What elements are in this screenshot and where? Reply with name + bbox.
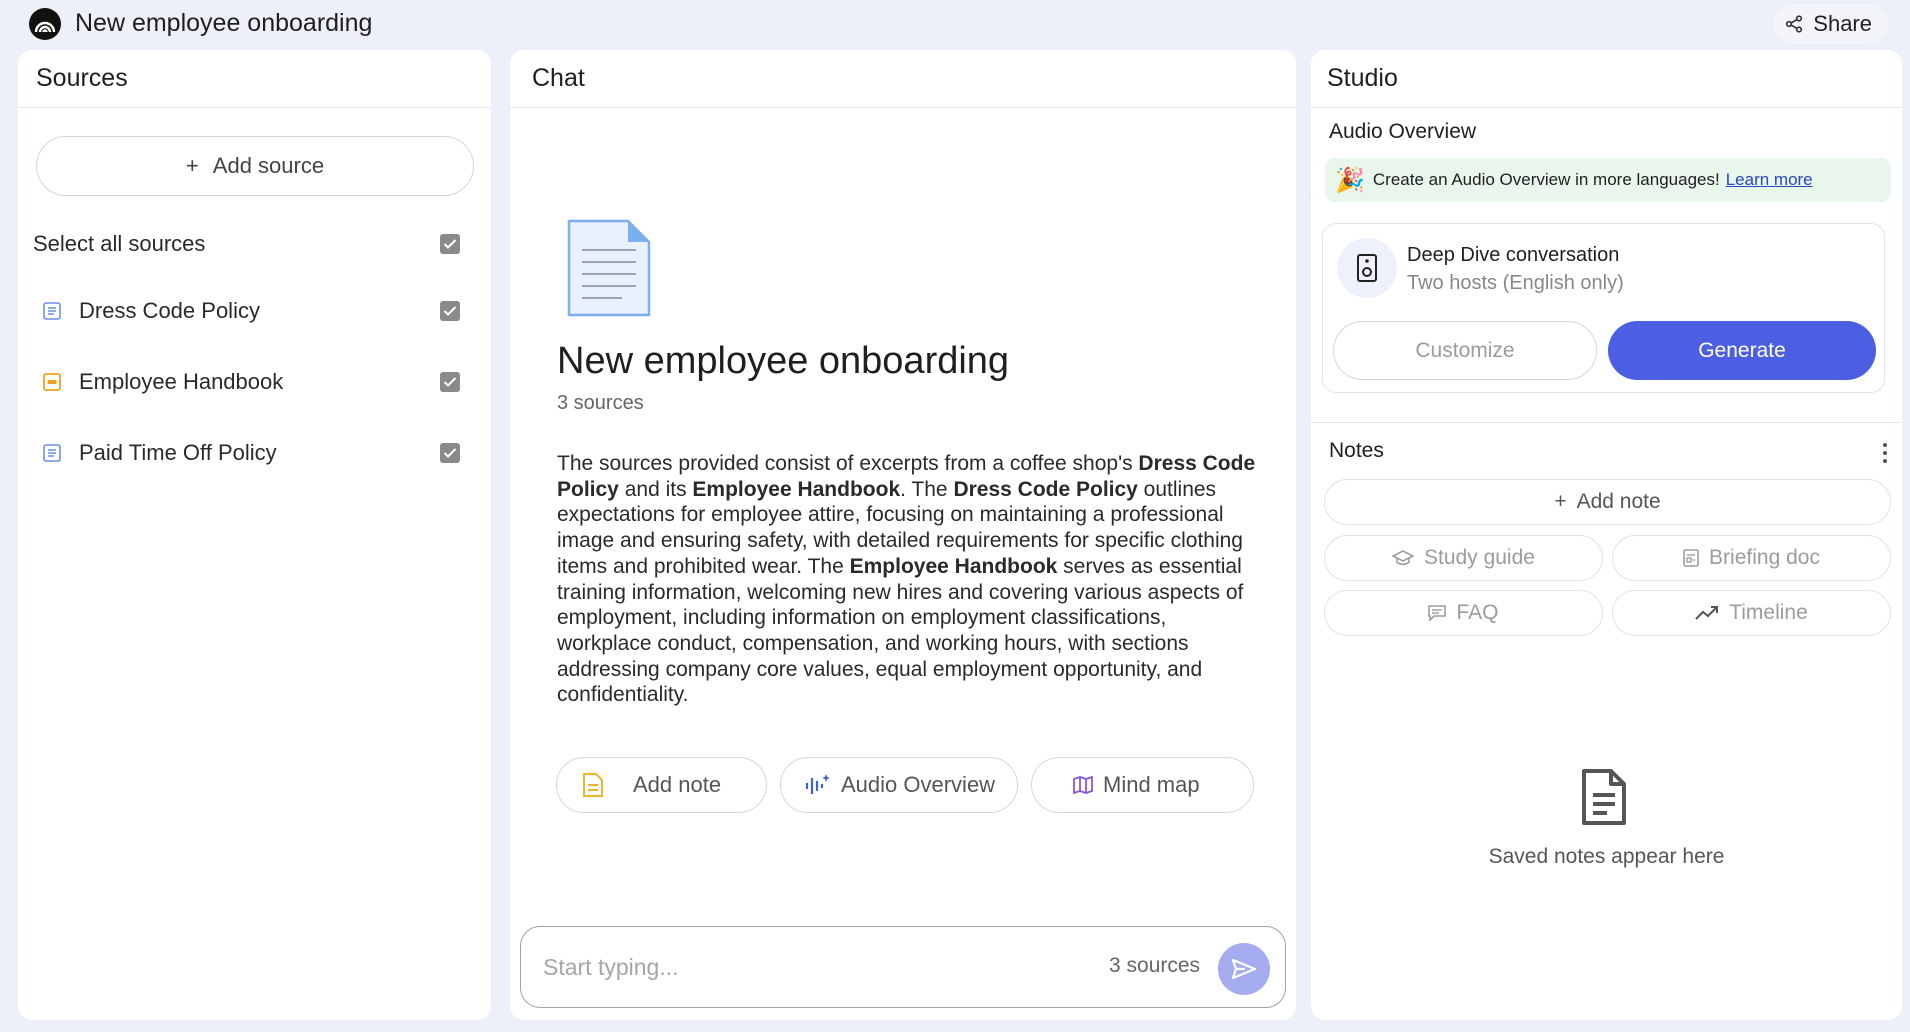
notebook-heading: New employee onboarding <box>557 340 1010 382</box>
trend-line-icon <box>1695 606 1719 620</box>
audio-overview-title: Audio Overview <box>1329 120 1477 143</box>
add-note-label: Add note <box>1576 490 1661 513</box>
add-note-button[interactable]: + Add note <box>1324 479 1891 525</box>
study-guide-label: Study guide <box>1424 546 1535 569</box>
faq-label: FAQ <box>1456 601 1499 624</box>
learn-more-link[interactable]: Learn more <box>1726 170 1813 190</box>
sources-header: Sources <box>18 50 491 108</box>
audio-languages-banner: 🎉 Create an Audio Overview in more langu… <box>1325 158 1891 202</box>
saved-notes-placeholder: Saved notes appear here <box>1488 845 1725 868</box>
top-bar: New employee onboarding Share <box>0 0 1910 48</box>
document-illustration-icon <box>567 219 651 317</box>
notes-title: Notes <box>1329 439 1384 462</box>
studio-header: Studio <box>1311 50 1902 108</box>
select-all-label: Select all sources <box>33 231 206 256</box>
chat-bubble-icon <box>1428 605 1447 621</box>
summary-bold-term: Dress Code Policy <box>953 477 1138 501</box>
customize-button[interactable]: Customize <box>1333 321 1597 380</box>
input-source-count: 3 sources <box>1109 954 1201 977</box>
chat-input[interactable] <box>543 947 1063 987</box>
summary-text: The sources provided consist of excerpts… <box>557 452 1139 475</box>
summary-bold-term: Employee Handbook <box>692 477 901 501</box>
text-doc-icon <box>43 444 61 462</box>
source-checkbox[interactable] <box>440 372 460 392</box>
add-note-chip[interactable]: Add note <box>556 757 767 813</box>
select-all-row[interactable]: Select all sources <box>18 222 491 266</box>
source-label: Paid Time Off Policy <box>79 440 277 465</box>
summary-bold-term: Employee Handbook <box>849 554 1058 578</box>
share-label: Share <box>1813 11 1872 36</box>
studio-panel: Studio Audio Overview 🎉 Create an Audio … <box>1311 50 1902 1020</box>
notebooklm-logo-icon[interactable] <box>29 8 61 40</box>
add-source-label: Add source <box>212 153 325 178</box>
deep-dive-title: Deep Dive conversation <box>1407 244 1620 266</box>
studio-title: Studio <box>1327 64 1398 92</box>
source-item[interactable]: Paid Time Off Policy <box>18 431 491 475</box>
plus-icon: + <box>185 153 199 178</box>
graduation-cap-icon <box>1392 550 1415 566</box>
generate-button[interactable]: Generate <box>1608 321 1876 380</box>
banner-text: Create an Audio Overview in more languag… <box>1372 170 1720 189</box>
add-note-chip-label: Add note <box>633 772 722 797</box>
party-popper-icon: 🎉 <box>1335 166 1365 194</box>
sources-title: Sources <box>36 64 128 92</box>
source-item[interactable]: Dress Code Policy <box>18 289 491 333</box>
source-checkbox[interactable] <box>440 301 460 321</box>
chat-title: Chat <box>532 64 585 92</box>
briefing-doc-button[interactable]: Briefing doc <box>1612 535 1891 581</box>
source-item[interactable]: Employee Handbook <box>18 360 491 404</box>
share-icon <box>1786 15 1803 33</box>
send-button[interactable] <box>1218 943 1270 995</box>
select-all-checkbox[interactable] <box>440 234 460 254</box>
audio-overview-chip-label: Audio Overview <box>841 772 996 797</box>
plus-icon: + <box>1554 490 1567 513</box>
chat-input-box: 3 sources <box>520 926 1286 1008</box>
briefing-doc-label: Briefing doc <box>1709 546 1820 569</box>
chat-panel: Chat New employee onboarding 3 sources T… <box>510 50 1296 1020</box>
handbook-doc-icon <box>43 373 61 391</box>
studio-divider <box>1311 422 1902 423</box>
timeline-label: Timeline <box>1729 601 1808 624</box>
add-source-button[interactable]: + Add source <box>36 136 474 196</box>
mind-map-chip-label: Mind map <box>1103 772 1200 797</box>
summary-text: . The <box>900 477 954 501</box>
briefing-doc-icon <box>1683 549 1699 567</box>
summary-text: and its <box>618 477 693 501</box>
text-doc-icon <box>43 302 61 320</box>
notebook-title[interactable]: New employee onboarding <box>75 9 372 38</box>
note-icon <box>583 773 603 797</box>
sources-panel: Sources + Add source Select all sources … <box>18 50 491 1020</box>
map-icon <box>1073 776 1093 794</box>
timeline-button[interactable]: Timeline <box>1612 590 1891 636</box>
share-button[interactable]: Share <box>1773 4 1888 44</box>
deep-dive-subtitle: Two hosts (English only) <box>1407 272 1624 294</box>
audio-wave-icon <box>805 774 830 794</box>
speaker-icon <box>1337 238 1397 298</box>
send-icon <box>1231 958 1257 980</box>
source-count: 3 sources <box>557 392 644 414</box>
notebook-summary: The sources provided consist of excerpts… <box>557 451 1257 708</box>
chat-header: Chat <box>510 50 1296 108</box>
saved-notes-document-icon <box>1582 769 1626 825</box>
deep-dive-card: Deep Dive conversation Two hosts (Englis… <box>1322 223 1885 393</box>
study-guide-button[interactable]: Study guide <box>1324 535 1603 581</box>
source-label: Dress Code Policy <box>79 298 260 323</box>
source-checkbox[interactable] <box>440 443 460 463</box>
more-options-icon[interactable] <box>1883 443 1889 467</box>
faq-button[interactable]: FAQ <box>1324 590 1603 636</box>
mind-map-chip[interactable]: Mind map <box>1031 757 1254 813</box>
source-label: Employee Handbook <box>79 369 284 394</box>
audio-overview-chip[interactable]: Audio Overview <box>780 757 1018 813</box>
